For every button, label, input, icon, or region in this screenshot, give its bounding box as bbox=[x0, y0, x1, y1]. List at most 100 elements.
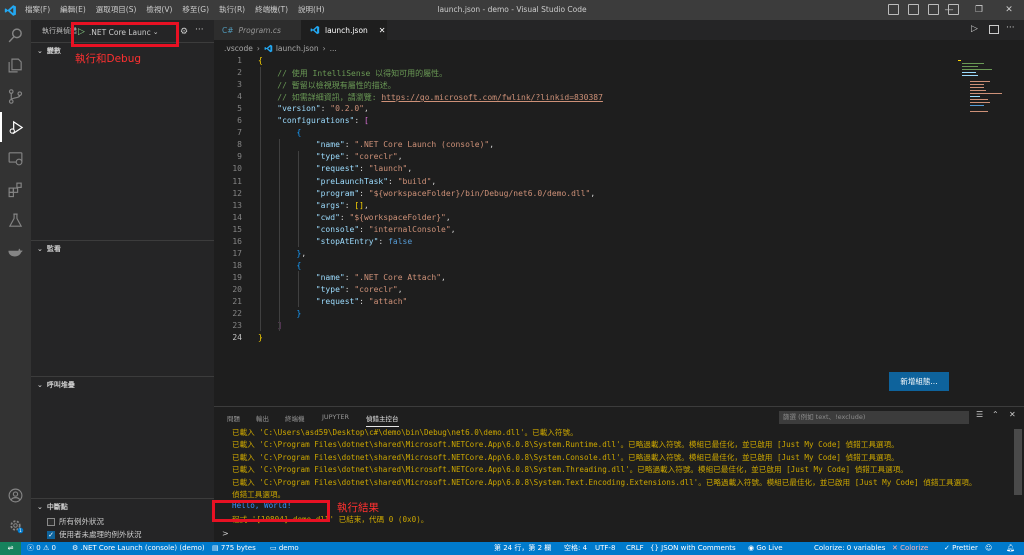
folder-icon: ▭ bbox=[270, 544, 277, 552]
menu-bar: 檔案(F) 編輯(E) 選取項目(S) 檢視(V) 移至(G) 執行(R) 終端機(T) 說明… bbox=[20, 0, 330, 20]
code-line[interactable]: "request": "launch", bbox=[258, 164, 412, 173]
close-button[interactable]: ✕ bbox=[994, 0, 1024, 20]
tab-output[interactable]: 輸出 bbox=[256, 413, 269, 423]
code-line[interactable]: { bbox=[258, 56, 263, 65]
cursor-position-status[interactable]: 第 24 行，第 2 欄 bbox=[494, 542, 551, 555]
minimap[interactable] bbox=[958, 56, 1024, 116]
minimize-button[interactable]: — bbox=[934, 0, 964, 20]
breakpoint-all-exceptions[interactable]: 所有例外狀況 bbox=[47, 516, 104, 527]
tab-launch-json[interactable]: launch.json ✕ bbox=[301, 20, 387, 40]
close-tab-icon[interactable]: ✕ bbox=[379, 26, 386, 35]
call-stack-section[interactable]: ⌄ 呼叫堆疊 bbox=[31, 376, 214, 392]
code-link[interactable]: https://go.microsoft.com/fwlink/?linkid=… bbox=[381, 93, 603, 102]
folder-status[interactable]: ▭ demo bbox=[270, 542, 299, 555]
menu-item[interactable]: 編輯(E) bbox=[55, 0, 91, 20]
menu-item[interactable]: 移至(G) bbox=[177, 0, 214, 20]
code-token: : bbox=[344, 140, 355, 150]
close-panel-icon[interactable]: ✕ bbox=[1009, 410, 1016, 419]
checkbox-checked[interactable]: ✓ bbox=[47, 530, 55, 539]
explorer-search-icon[interactable] bbox=[0, 20, 31, 50]
split-editor-icon[interactable] bbox=[989, 25, 999, 34]
code-line[interactable]: { bbox=[258, 128, 302, 137]
console-prompt-icon[interactable]: > bbox=[222, 529, 229, 538]
breakpoint-user-unhandled[interactable]: ✓ 使用者未處理的例外狀況 bbox=[47, 529, 142, 540]
menu-item[interactable]: 執行(R) bbox=[214, 0, 250, 20]
explorer-files-icon[interactable] bbox=[0, 50, 31, 80]
code-line[interactable]: "name": ".NET Core Attach", bbox=[258, 273, 446, 282]
code-line[interactable]: "args": [], bbox=[258, 201, 369, 210]
restore-button[interactable]: ❐ bbox=[964, 0, 994, 20]
remote-explorer-icon[interactable] bbox=[0, 143, 31, 173]
menu-item[interactable]: 檔案(F) bbox=[20, 0, 55, 20]
source-control-icon[interactable] bbox=[0, 81, 31, 111]
problems-status[interactable]: ⓧ 0 ⚠ 0 bbox=[27, 542, 56, 555]
code-line[interactable]: "preLaunchTask": "build", bbox=[258, 177, 436, 186]
code-line[interactable]: "console": "internalConsole", bbox=[258, 225, 456, 234]
encoding-status[interactable]: UTF-8 bbox=[595, 542, 615, 555]
testing-flask-icon[interactable] bbox=[0, 205, 31, 235]
code-editor[interactable]: 1 2 3 4 5 6 7 8 9 10 11 12 13 14 15 16 17 18 19 20 21 22 23 24 … bbox=[214, 56, 1024, 406]
code-line[interactable]: } bbox=[258, 333, 263, 342]
run-and-debug-icon[interactable] bbox=[0, 112, 31, 142]
debug-icon: ⚙ bbox=[72, 544, 79, 552]
code-line[interactable]: // 使用 IntelliSense 以得知可用的屬性。 bbox=[258, 68, 447, 79]
go-live-status[interactable]: ◉ Go Live bbox=[748, 542, 783, 555]
more-actions-icon[interactable]: ··· bbox=[195, 25, 204, 35]
code-token: : bbox=[344, 152, 355, 162]
checkbox[interactable] bbox=[47, 517, 55, 526]
language-mode-status[interactable]: {} JSON with Comments bbox=[650, 542, 736, 555]
breadcrumb-symbol[interactable]: ... bbox=[330, 44, 337, 53]
code-token: , bbox=[590, 188, 596, 198]
tab-problems[interactable]: 問題 bbox=[227, 413, 240, 423]
more-actions-icon[interactable]: ··· bbox=[1006, 23, 1015, 33]
code-line[interactable]: }, bbox=[258, 249, 307, 258]
watch-section[interactable]: ⌄ 監看 bbox=[31, 240, 214, 256]
file-size-status[interactable]: ▤ 775 bytes bbox=[212, 542, 256, 555]
colorize-status[interactable]: ✕ Colorize bbox=[892, 542, 928, 555]
code-line[interactable]: "configurations": [ bbox=[258, 116, 369, 125]
window-controls: — ❐ ✕ bbox=[934, 0, 1024, 20]
clear-console-icon[interactable]: ☰ bbox=[976, 410, 983, 419]
prettier-status[interactable]: ✓ Prettier bbox=[944, 542, 978, 555]
debug-launch-status[interactable]: ⚙ .NET Core Launch (console) (demo) bbox=[72, 542, 205, 555]
code-line[interactable]: "program": "${workspaceFolder}/bin/Debug… bbox=[258, 189, 595, 198]
settings-gear-icon[interactable]: 1 bbox=[0, 510, 31, 540]
tab-jupyter[interactable]: JUPYTER bbox=[322, 413, 349, 421]
code-line[interactable]: // 暫留以檢視現有屬性的描述。 bbox=[258, 80, 395, 91]
console-filter-input[interactable]: 篩選 (例如 text、!exclude) bbox=[779, 411, 969, 424]
notifications-bell-icon[interactable]: 🔔︎ bbox=[1006, 542, 1015, 555]
feedback-icon[interactable]: ☺ bbox=[985, 542, 992, 555]
tab-program-cs[interactable]: C# Program.cs bbox=[214, 20, 301, 40]
tab-terminal[interactable]: 終端機 bbox=[285, 413, 305, 423]
eol-status[interactable]: CRLF bbox=[626, 542, 644, 555]
line-number: 12 bbox=[232, 188, 242, 198]
breadcrumb-file[interactable]: launch.json bbox=[276, 44, 319, 53]
code-line[interactable]: // 如需詳細資訊，請瀏覽: https://go.microsoft.com/… bbox=[258, 92, 603, 103]
breadcrumb-folder[interactable]: .vscode bbox=[224, 44, 253, 53]
toggle-sidebar-icon[interactable] bbox=[888, 4, 899, 15]
menu-item[interactable]: 說明(H) bbox=[293, 0, 330, 20]
run-file-play-icon[interactable]: ▷ bbox=[971, 24, 978, 34]
menu-item[interactable]: 終端機(T) bbox=[250, 0, 293, 20]
code-line[interactable]: "name": ".NET Core Launch (console)", bbox=[258, 140, 494, 149]
breakpoints-section[interactable]: ⌄ 中斷點 bbox=[31, 498, 214, 514]
extensions-icon[interactable] bbox=[0, 174, 31, 204]
open-launch-json-gear-icon[interactable]: ⚙ bbox=[180, 27, 188, 37]
code-line[interactable]: "cwd": "${workspaceFolder}", bbox=[258, 213, 451, 222]
docker-icon[interactable] bbox=[0, 236, 31, 266]
colorize-variables-status[interactable]: Colorize: 0 variables bbox=[814, 542, 885, 555]
account-icon[interactable] bbox=[0, 480, 31, 510]
maximize-panel-icon[interactable]: ⌃ bbox=[992, 410, 999, 419]
menu-item[interactable]: 選取項目(S) bbox=[91, 0, 142, 20]
tab-debug-console[interactable]: 偵錯主控台 bbox=[366, 413, 399, 427]
menu-item[interactable]: 檢視(V) bbox=[141, 0, 177, 20]
console-scrollbar[interactable] bbox=[1014, 429, 1022, 495]
indentation-status[interactable]: 空格: 4 bbox=[564, 542, 587, 555]
code-line[interactable]: "request": "attach" bbox=[258, 297, 408, 306]
toggle-panel-icon[interactable] bbox=[908, 4, 919, 15]
code-line[interactable]: "stopAtEntry": false bbox=[258, 237, 412, 246]
remote-indicator-icon[interactable]: ⇌ bbox=[0, 542, 21, 555]
bottom-panel: 問題 輸出 終端機 JUPYTER 偵錯主控台 篩選 (例如 text、!exc… bbox=[214, 406, 1024, 542]
code-line[interactable]: "version": "0.2.0", bbox=[258, 104, 369, 113]
add-configuration-button[interactable]: 新增組態... bbox=[889, 372, 949, 391]
